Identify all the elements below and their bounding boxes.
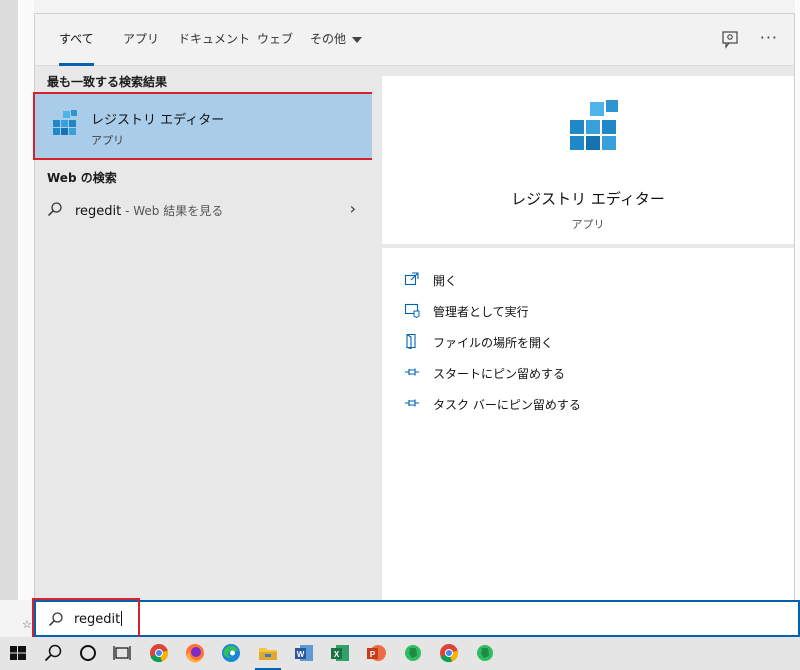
- cortana-icon[interactable]: [77, 642, 99, 664]
- best-match-result[interactable]: レジストリ エディター アプリ: [35, 94, 372, 158]
- chevron-down-icon: [352, 36, 363, 43]
- search-tabbar: すべて アプリ ドキュメント ウェブ その他 ···: [35, 14, 794, 66]
- background-left-edge: [18, 0, 34, 600]
- tab-apps[interactable]: アプリ: [123, 14, 159, 66]
- detail-card: レジストリ エディター アプリ: [382, 76, 794, 244]
- taskbar-search-icon[interactable]: [42, 642, 64, 664]
- more-options-icon[interactable]: ···: [760, 28, 778, 47]
- action-pin-to-taskbar-label: タスク バーにピン留めする: [433, 398, 581, 412]
- action-open-file-location-label: ファイルの場所を開く: [433, 336, 554, 350]
- search-icon: [48, 612, 63, 627]
- registry-editor-icon: [53, 110, 77, 135]
- evernote-icon[interactable]: [474, 642, 496, 664]
- firefox-icon[interactable]: [184, 642, 206, 664]
- evernote-icon[interactable]: [402, 642, 424, 664]
- text-cursor: [121, 611, 123, 626]
- powerpoint-icon[interactable]: P: [365, 642, 387, 664]
- best-match-title: レジストリ エディター: [91, 113, 225, 128]
- web-search-heading: Web の検索: [47, 171, 117, 185]
- action-run-as-admin-label: 管理者として実行: [433, 305, 529, 319]
- excel-icon[interactable]: X: [329, 642, 351, 664]
- svg-text:X: X: [334, 650, 340, 659]
- registry-editor-icon: [570, 100, 618, 150]
- tab-web[interactable]: ウェブ: [257, 14, 293, 66]
- svg-text:W: W: [297, 650, 305, 659]
- tab-documents[interactable]: ドキュメント: [178, 14, 250, 66]
- web-search-query: regedit - Web 結果を見る: [75, 202, 223, 219]
- edge-icon[interactable]: [220, 642, 242, 664]
- web-query-text: regedit: [75, 204, 122, 219]
- action-pin-to-start-label: スタートにピン留めする: [433, 367, 566, 381]
- action-list: 開く 管理者として実行 ファイルの場所を開く スタートにピン留めする タスク バ…: [382, 248, 794, 600]
- file-location-icon: [406, 333, 416, 349]
- tab-other[interactable]: その他: [310, 14, 363, 66]
- tab-all[interactable]: すべて: [59, 14, 94, 66]
- taskbar: W X P: [0, 637, 800, 670]
- results-list: 最も一致する検索結果 レジストリ エディター アプリ Web の検索 reged…: [33, 66, 374, 600]
- file-explorer-icon[interactable]: [257, 642, 279, 664]
- search-input[interactable]: regedit: [74, 611, 123, 627]
- search-box[interactable]: regedit: [34, 600, 800, 637]
- chevron-right-icon[interactable]: ›: [350, 199, 356, 218]
- action-open-label: 開く: [433, 274, 458, 288]
- search-panel: すべて アプリ ドキュメント ウェブ その他 ··· 最も一致する検索結果 レジ…: [33, 13, 795, 600]
- open-icon: [404, 272, 419, 286]
- task-view-icon[interactable]: [111, 642, 133, 664]
- detail-pane: レジストリ エディター アプリ 開く 管理者として実行 ファイルの場所を開く ス…: [372, 66, 794, 600]
- pin-icon: [405, 368, 419, 376]
- svg-text:P: P: [370, 650, 376, 659]
- word-icon[interactable]: W: [293, 642, 315, 664]
- feedback-icon[interactable]: [720, 29, 740, 49]
- detail-subtitle: アプリ: [571, 218, 605, 231]
- chrome-icon[interactable]: [148, 642, 170, 664]
- best-match-subtitle: アプリ: [91, 134, 124, 147]
- detail-title: レジストリ エディター: [511, 190, 665, 208]
- search-icon: [47, 202, 62, 217]
- background-right-edge: [795, 0, 800, 600]
- windows-start-icon[interactable]: [7, 642, 29, 664]
- chrome-icon[interactable]: [438, 642, 460, 664]
- run-as-admin-icon: [404, 303, 420, 318]
- web-search-result[interactable]: regedit - Web 結果を見る ›: [35, 194, 372, 226]
- best-match-heading: 最も一致する検索結果: [47, 75, 168, 89]
- pin-icon: [405, 399, 419, 407]
- background-fragment: ☆: [22, 618, 32, 631]
- tab-other-label: その他: [310, 32, 347, 46]
- web-query-hint: - Web 結果を見る: [121, 204, 224, 218]
- search-input-value: regedit: [74, 612, 121, 627]
